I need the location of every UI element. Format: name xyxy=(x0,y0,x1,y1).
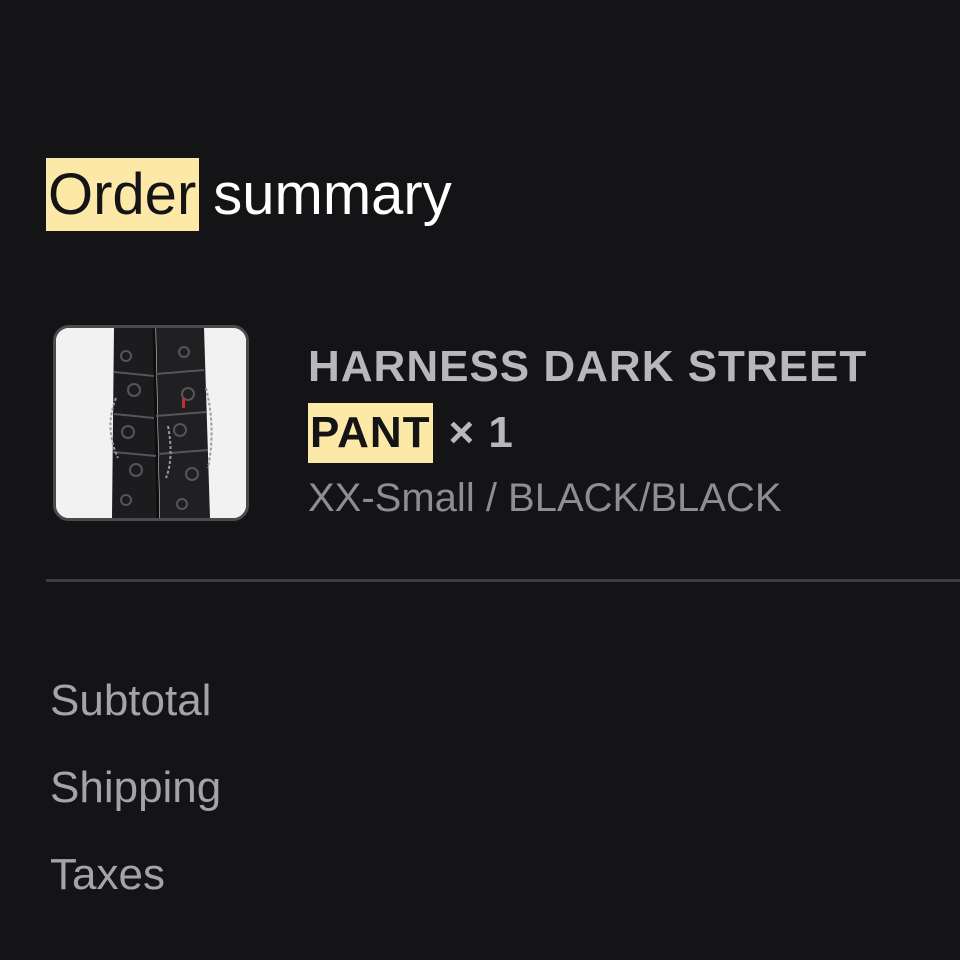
heading-rest: summary xyxy=(213,162,452,227)
order-summary-heading: Order summary xyxy=(46,158,452,231)
pants-image-icon xyxy=(56,328,246,518)
product-name-line1: HARNESS DARK STREET xyxy=(308,342,868,391)
shipping-label: Shipping xyxy=(50,763,222,812)
taxes-label: Taxes xyxy=(50,850,165,899)
highlighted-word: Order xyxy=(46,158,200,231)
highlighted-word: PANT xyxy=(308,403,433,463)
product-name: HARNESS DARK STREET PANT × 1 xyxy=(308,334,948,466)
subtotal-label: Subtotal xyxy=(50,676,212,725)
product-variant: XX-Small / BLACK/BLACK xyxy=(308,476,782,520)
divider xyxy=(46,579,960,582)
product-thumbnail xyxy=(53,325,249,521)
order-summary-panel: Order summary HARNESS DARK STREET PANT ×… xyxy=(0,0,960,960)
quantity-label: × 1 xyxy=(448,408,514,457)
